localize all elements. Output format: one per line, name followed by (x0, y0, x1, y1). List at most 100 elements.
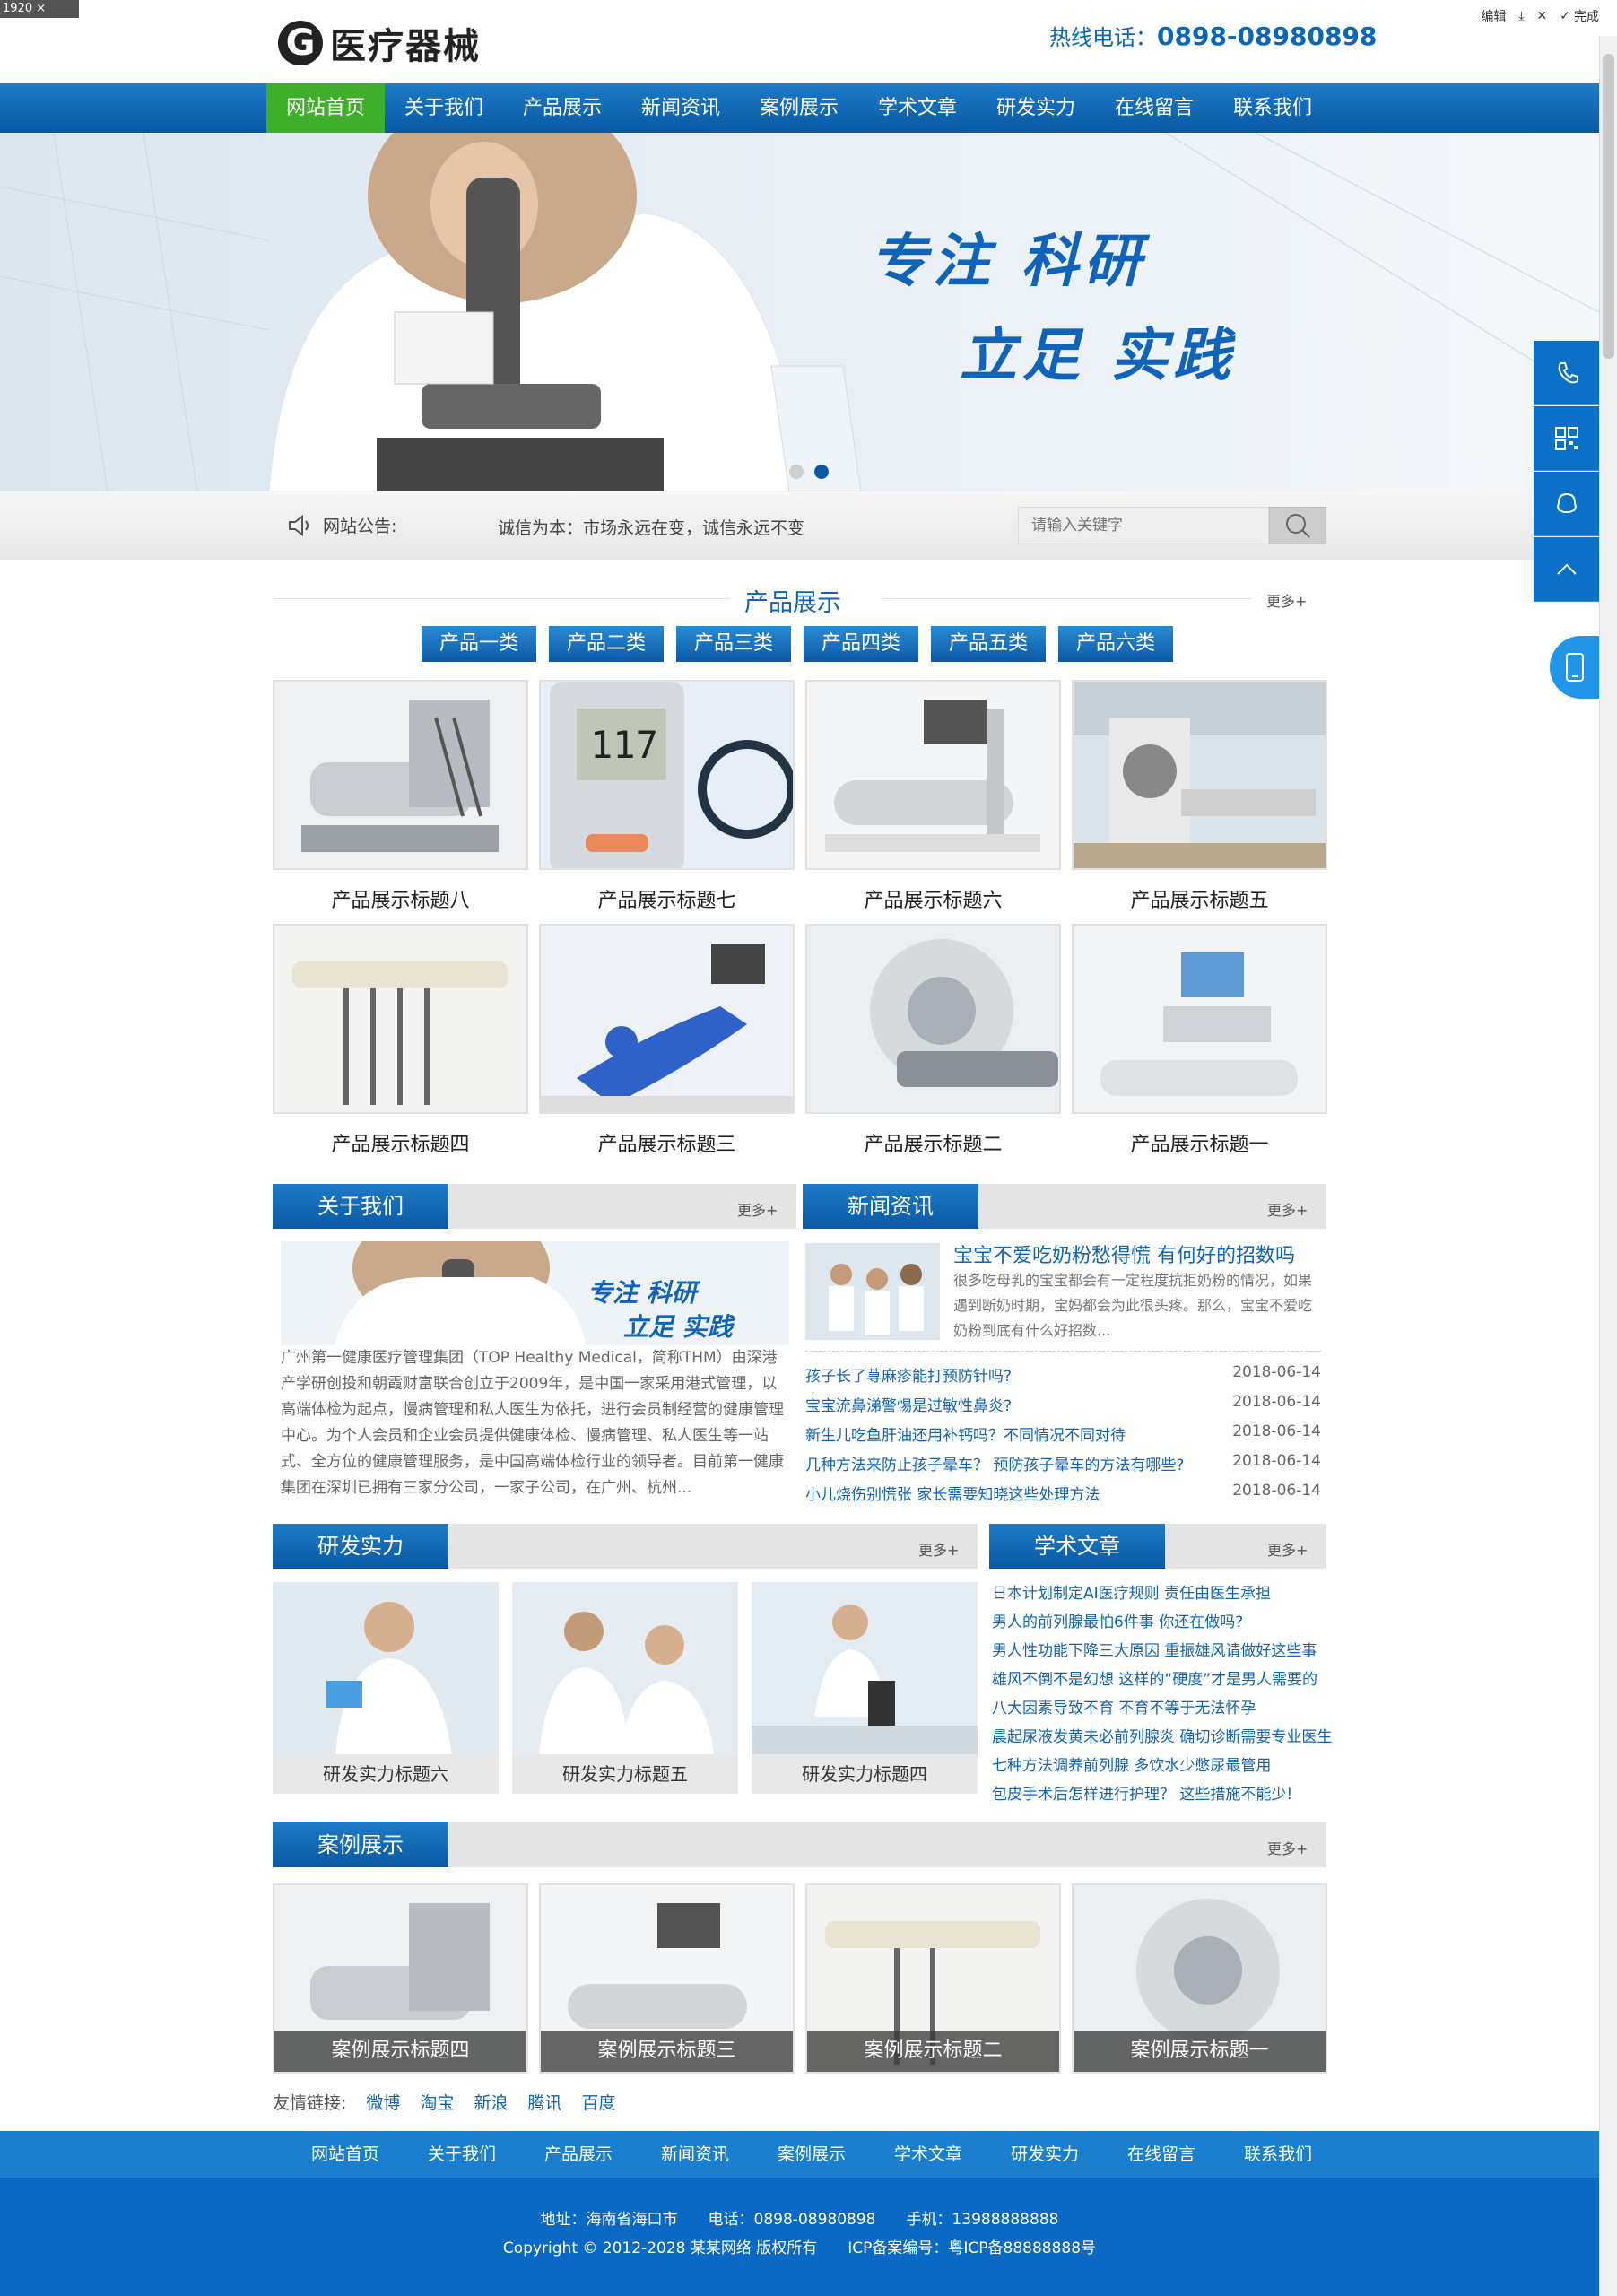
footer-nav-item[interactable]: 新闻资讯 (637, 2131, 753, 2178)
product-card[interactable] (1072, 924, 1327, 1114)
article-link[interactable]: 男人的前列腺最怕6件事 你还在做吗? (992, 1609, 1243, 1631)
news-list-item[interactable]: 新生儿吃鱼肝油还用补钙吗？不同情况不同对待 2018-06-14 (805, 1422, 1321, 1445)
news-title[interactable]: 孩子长了荨麻疹能打预防针吗? (805, 1363, 1012, 1386)
nav-item-products[interactable]: 产品展示 (503, 83, 622, 133)
footer-nav-item[interactable]: 关于我们 (404, 2131, 520, 2178)
footer-nav-item[interactable]: 案例展示 (753, 2131, 870, 2178)
case-title[interactable]: 案例展示标题三 (541, 2031, 793, 2072)
article-link[interactable]: 男人性功能下降三大原因 重振雄风请做好这些事 (992, 1638, 1317, 1660)
footer-nav-item[interactable]: 在线留言 (1103, 2131, 1220, 2178)
footer-nav-item[interactable]: 研发实力 (987, 2131, 1103, 2178)
hero-banner[interactable] (0, 133, 1599, 491)
product-card[interactable] (805, 924, 1061, 1114)
edit-button[interactable]: 编辑 (1481, 7, 1506, 25)
search-button[interactable] (1269, 507, 1326, 544)
category-tab[interactable]: 产品一类 (422, 626, 536, 662)
news-title[interactable]: 宝宝流鼻涕警惕是过敏性鼻炎? (805, 1393, 1012, 1415)
article-link[interactable]: 八大因素导致不育 不育不等于无法怀孕 (992, 1695, 1256, 1718)
case-card[interactable]: 案例展示标题四 (273, 1883, 528, 2074)
news-list-item[interactable]: 宝宝流鼻涕警惕是过敏性鼻炎? 2018-06-14 (805, 1393, 1321, 1415)
product-title[interactable]: 产品展示标题二 (805, 1128, 1061, 1157)
footer-nav-item[interactable]: 联系我们 (1220, 2131, 1336, 2178)
product-card[interactable] (1072, 680, 1327, 870)
category-tab[interactable]: 产品三类 (676, 626, 791, 662)
footer-nav-item[interactable]: 学术文章 (870, 2131, 987, 2178)
product-card[interactable] (805, 680, 1061, 870)
news-title[interactable]: 新生儿吃鱼肝油还用补钙吗？不同情况不同对待 (805, 1422, 1126, 1445)
article-link[interactable]: 七种方法调养前列腺 多饮水少憋尿最管用 (992, 1752, 1271, 1775)
nav-item-home[interactable]: 网站首页 (266, 83, 385, 133)
category-tab[interactable]: 产品六类 (1058, 626, 1173, 662)
about-more-link[interactable]: 更多+ (737, 1198, 778, 1220)
friend-link[interactable]: 百度 (581, 2090, 615, 2114)
news-top-image[interactable] (805, 1243, 940, 1340)
friend-link[interactable]: 新浪 (474, 2090, 508, 2114)
friend-link[interactable]: 淘宝 (420, 2090, 454, 2114)
float-qq-button[interactable] (1534, 472, 1599, 536)
product-card[interactable]: 117 (539, 680, 795, 870)
category-tab[interactable]: 产品四类 (804, 626, 918, 662)
news-list-item[interactable]: 孩子长了荨麻疹能打预防针吗? 2018-06-14 (805, 1363, 1321, 1386)
done-button[interactable]: ✓ 完成 (1560, 7, 1599, 25)
news-title[interactable]: 小儿烧伤别慌张 家长需要知晓这些处理方法 (805, 1482, 1100, 1504)
close-icon[interactable]: ✕ (1537, 9, 1548, 23)
float-qrcode-button[interactable] (1534, 406, 1599, 471)
article-link[interactable]: 晨起尿液发黄未必前列腺炎 确切诊断需要专业医生 (992, 1724, 1332, 1746)
product-card[interactable] (273, 680, 528, 870)
news-top-title[interactable]: 宝宝不爱吃奶粉愁得慌 有何好的招数吗 (953, 1239, 1295, 1268)
page-scrollbar[interactable] (1599, 36, 1617, 2296)
friend-link[interactable]: 腾讯 (527, 2090, 561, 2114)
articles-more-link[interactable]: 更多+ (1267, 1538, 1308, 1560)
rd-more-link[interactable]: 更多+ (918, 1538, 959, 1560)
nav-item-news[interactable]: 新闻资讯 (622, 83, 740, 133)
download-icon[interactable]: ⤓ (1518, 9, 1524, 23)
news-more-link[interactable]: 更多+ (1267, 1198, 1308, 1220)
product-title[interactable]: 产品展示标题六 (805, 884, 1061, 913)
case-card[interactable]: 案例展示标题一 (1072, 1883, 1327, 2074)
footer-nav-item[interactable]: 产品展示 (520, 2131, 637, 2178)
article-link[interactable]: 雄风不倒不是幻想 这样的“硬度”才是男人需要的 (992, 1666, 1317, 1689)
news-list-item[interactable]: 几种方法来防止孩子晕车？ 预防孩子晕车的方法有哪些? 2018-06-14 (805, 1452, 1321, 1474)
case-card[interactable]: 案例展示标题二 (805, 1883, 1061, 2074)
banner-dot[interactable] (789, 465, 804, 479)
nav-item-contact[interactable]: 联系我们 (1213, 83, 1332, 133)
products-more-link[interactable]: 更多+ (1266, 589, 1307, 611)
nav-item-about[interactable]: 关于我们 (385, 83, 503, 133)
product-title[interactable]: 产品展示标题八 (273, 884, 528, 913)
rd-card-title[interactable]: 研发实力标题六 (273, 1754, 499, 1794)
article-link[interactable]: 日本计划制定AI医疗规则 责任由医生承担 (992, 1580, 1271, 1603)
rd-card[interactable]: 研发实力标题六 (273, 1582, 499, 1794)
article-link[interactable]: 包皮手术后怎样进行护理？ 这些措施不能少! (992, 1781, 1292, 1804)
product-title[interactable]: 产品展示标题五 (1072, 884, 1327, 913)
friend-link[interactable]: 微博 (366, 2090, 400, 2114)
banner-dot-active[interactable] (814, 465, 829, 479)
category-tab[interactable]: 产品二类 (549, 626, 664, 662)
case-title[interactable]: 案例展示标题一 (1074, 2031, 1326, 2072)
product-card[interactable] (539, 924, 795, 1114)
nav-item-rd[interactable]: 研发实力 (977, 83, 1095, 133)
product-title[interactable]: 产品展示标题四 (273, 1128, 528, 1157)
product-title[interactable]: 产品展示标题三 (539, 1128, 795, 1157)
news-list-item[interactable]: 小儿烧伤别慌张 家长需要知晓这些处理方法 2018-06-14 (805, 1482, 1321, 1504)
product-title[interactable]: 产品展示标题一 (1072, 1128, 1327, 1157)
rd-card[interactable]: 研发实力标题五 (512, 1582, 738, 1794)
category-tab[interactable]: 产品五类 (931, 626, 1046, 662)
nav-item-cases[interactable]: 案例展示 (740, 83, 858, 133)
rd-card[interactable]: 研发实力标题四 (752, 1582, 978, 1794)
float-phone-button[interactable] (1534, 341, 1599, 405)
scrollbar-thumb[interactable] (1603, 54, 1614, 359)
rd-card-title[interactable]: 研发实力标题五 (512, 1754, 738, 1794)
case-card[interactable]: 案例展示标题三 (539, 1883, 795, 2074)
nav-item-articles[interactable]: 学术文章 (858, 83, 977, 133)
float-back-to-top-button[interactable] (1534, 537, 1599, 602)
news-title[interactable]: 几种方法来防止孩子晕车？ 预防孩子晕车的方法有哪些? (805, 1452, 1184, 1474)
case-title[interactable]: 案例展示标题二 (807, 2031, 1059, 2072)
footer-nav-item[interactable]: 网站首页 (287, 2131, 404, 2178)
rd-card-title[interactable]: 研发实力标题四 (752, 1754, 978, 1794)
nav-item-message[interactable]: 在线留言 (1095, 83, 1213, 133)
float-mobile-button[interactable] (1550, 636, 1599, 699)
search-input[interactable] (1018, 507, 1269, 544)
product-title[interactable]: 产品展示标题七 (539, 884, 795, 913)
cases-more-link[interactable]: 更多+ (1267, 1837, 1308, 1858)
site-logo[interactable]: G 医疗器械 (278, 18, 481, 68)
